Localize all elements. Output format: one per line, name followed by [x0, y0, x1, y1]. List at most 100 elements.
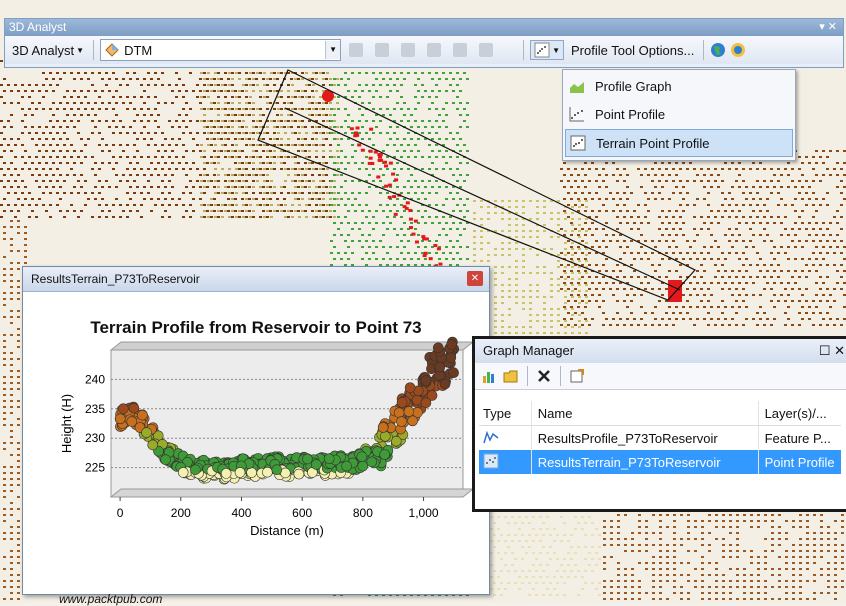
map-point	[535, 534, 538, 536]
map-point	[799, 544, 802, 546]
map-point	[630, 312, 633, 314]
map-point	[80, 114, 83, 116]
map-point	[686, 204, 689, 206]
map-point	[56, 84, 59, 86]
map-point	[10, 490, 13, 492]
map-point	[14, 144, 17, 146]
map-point	[445, 222, 448, 224]
map-point	[91, 132, 94, 134]
map-point	[59, 138, 62, 140]
map-point	[10, 310, 13, 312]
map-point	[546, 552, 549, 554]
map-point	[602, 276, 605, 278]
map-point	[637, 216, 640, 218]
map-point	[644, 312, 647, 314]
map-point	[283, 210, 286, 212]
map-point	[266, 216, 269, 218]
map-point	[308, 168, 311, 170]
map-point	[515, 200, 518, 202]
map-point	[808, 270, 811, 272]
map-point	[14, 216, 17, 218]
map-feature	[384, 164, 389, 168]
map-point	[528, 534, 531, 536]
map-point	[724, 210, 727, 212]
map-point	[280, 114, 283, 116]
map-point	[133, 180, 136, 182]
map-point	[301, 180, 304, 182]
map-point	[500, 570, 503, 572]
map-point	[745, 258, 748, 260]
map-point	[682, 234, 685, 236]
map-point	[557, 308, 560, 310]
map-point	[241, 186, 244, 188]
map-point	[315, 210, 318, 212]
map-point	[241, 162, 244, 164]
map-point	[570, 306, 573, 308]
map-point	[665, 216, 668, 218]
map-point	[638, 520, 641, 522]
map-point	[203, 204, 206, 206]
map-point	[557, 332, 560, 334]
map-point	[654, 198, 657, 200]
map-point	[220, 90, 223, 92]
map-point	[431, 90, 434, 92]
map-point	[207, 204, 210, 206]
map-point	[585, 218, 588, 220]
map-point	[819, 312, 822, 314]
map-point	[49, 84, 52, 86]
map-point	[728, 324, 731, 326]
map-point	[536, 320, 539, 322]
map-point	[410, 126, 413, 128]
map-point	[812, 240, 815, 242]
map-point	[154, 144, 157, 146]
map-point	[294, 120, 297, 122]
map-point	[794, 222, 797, 224]
map-point	[584, 186, 587, 188]
map-point	[522, 260, 525, 262]
map-point	[743, 514, 746, 516]
map-point	[0, 156, 3, 158]
map-point	[368, 222, 371, 224]
map-point	[3, 238, 6, 240]
map-point	[358, 72, 361, 74]
map-point	[682, 162, 685, 164]
map-point	[431, 138, 434, 140]
map-point	[266, 132, 269, 134]
map-point	[340, 198, 343, 200]
map-point	[270, 72, 273, 74]
map-point	[171, 174, 174, 176]
map-point	[175, 96, 178, 98]
map-point	[333, 204, 336, 206]
map-point	[626, 246, 629, 248]
map-point	[311, 174, 314, 176]
map-point	[3, 352, 6, 354]
map-point	[308, 144, 311, 146]
map-point	[638, 526, 641, 528]
map-point	[764, 520, 767, 522]
map-point	[714, 324, 717, 326]
map-point	[318, 102, 321, 104]
map-point	[10, 286, 13, 288]
map-point	[763, 180, 766, 182]
map-point	[630, 252, 633, 254]
map-point	[745, 318, 748, 320]
map-point	[525, 516, 528, 518]
map-point	[771, 532, 774, 534]
map-point	[679, 228, 682, 230]
map-point	[668, 222, 671, 224]
map-point	[438, 138, 441, 140]
map-point	[17, 310, 20, 312]
map-point	[217, 138, 220, 140]
map-point	[581, 168, 584, 170]
map-point	[703, 270, 706, 272]
map-point	[217, 114, 220, 116]
map-point	[42, 168, 45, 170]
map-point	[101, 138, 104, 140]
map-point	[553, 528, 556, 530]
map-point	[52, 150, 55, 152]
map-point	[645, 532, 648, 534]
map-point	[108, 186, 111, 188]
map-point	[431, 102, 434, 104]
map-point	[729, 556, 732, 558]
map-point	[3, 162, 6, 164]
